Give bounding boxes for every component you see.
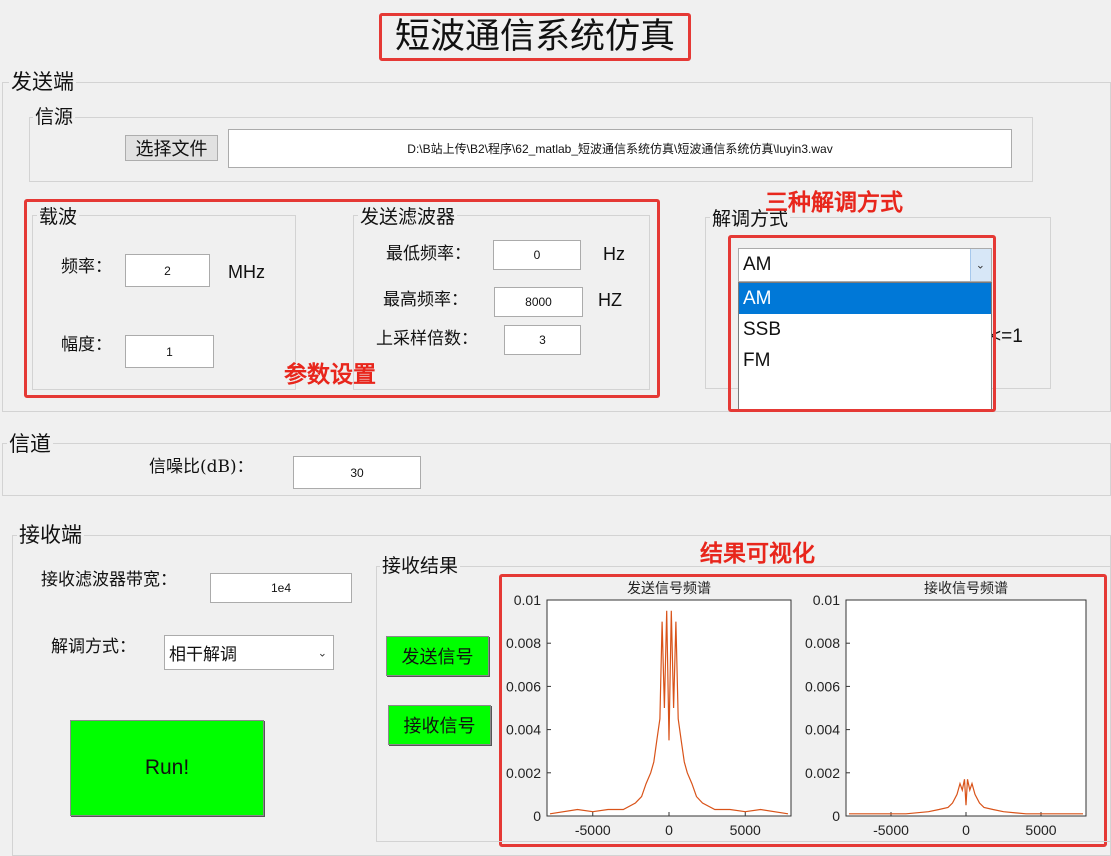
chart-title: 发送信号频谱 — [627, 581, 711, 597]
min-freq-unit: Hz — [603, 244, 625, 264]
receiver-title: 接收端 — [17, 523, 84, 547]
y-tick-label: 0.004 — [805, 722, 840, 738]
tx-filter-title: 发送滤波器 — [358, 206, 458, 228]
max-freq-label: 最高频率： — [383, 290, 468, 310]
upsample-input[interactable]: 3 — [504, 325, 581, 355]
x-tick-label: 5000 — [1025, 822, 1056, 838]
y-tick-label: 0 — [832, 808, 840, 824]
x-tick-label: 0 — [665, 822, 673, 838]
carrier-title: 载波 — [37, 206, 80, 228]
y-tick-label: 0.01 — [514, 592, 541, 608]
file-path-field[interactable]: D:\B站上传\B2\程序\62_matlab_短波通信系统仿真\短波通信系统仿… — [228, 129, 1012, 168]
carrier-freq-label: 频率： — [61, 257, 112, 277]
chevron-down-icon: ⌄ — [975, 258, 985, 272]
dropdown-option-ssb[interactable]: SSB — [739, 314, 991, 345]
y-tick-label: 0.006 — [506, 678, 541, 694]
demod-select[interactable]: 相干解调 ⌄ — [164, 635, 334, 670]
transmitter-title: 发送端 — [9, 70, 76, 94]
rx-bw-input[interactable]: 1e4 — [210, 573, 352, 603]
annotation-three-demod: 三种解调方式 — [765, 190, 903, 216]
results-title: 接收结果 — [380, 555, 461, 577]
carrier-freq-unit: MHz — [228, 262, 265, 282]
y-tick-label: 0.006 — [805, 678, 840, 694]
partial-hidden-text: <=1 — [990, 326, 1023, 347]
max-freq-input[interactable]: 8000 — [494, 287, 583, 317]
y-tick-label: 0 — [533, 808, 541, 824]
upsample-label: 上采样倍数： — [376, 329, 478, 349]
chevron-down-icon: ⌄ — [317, 646, 327, 659]
source-title: 信源 — [33, 106, 76, 128]
annotation-param-settings: 参数设置 — [284, 362, 376, 388]
page-title: 短波通信系统仿真 — [394, 17, 675, 57]
x-tick-label: 5000 — [730, 822, 761, 838]
snr-input[interactable]: 30 — [293, 456, 421, 489]
y-tick-label: 0.004 — [506, 722, 541, 738]
carrier-amp-label: 幅度： — [61, 335, 112, 355]
y-tick-label: 0.008 — [805, 635, 840, 651]
min-freq-label: 最低频率： — [386, 244, 471, 264]
modulation-selected-value: AM — [743, 254, 772, 275]
receive-signal-button[interactable]: 接收信号 — [388, 705, 491, 745]
rx-spectrum-chart: 0 0.002 0.004 0.006 0.008 0.01 -5000 0 5000 接收信号… — [805, 580, 1087, 838]
dropdown-option-fm[interactable]: FM — [739, 345, 991, 376]
demod-label: 解调方式： — [51, 637, 136, 657]
demod-selected-value: 相干解调 — [169, 645, 237, 665]
y-tick-label: 0.008 — [506, 635, 541, 651]
plot-area — [845, 599, 1087, 817]
choose-file-button[interactable]: 选择文件 — [125, 135, 218, 161]
carrier-freq-input[interactable]: 2 — [125, 254, 210, 287]
dropdown-option-am[interactable]: AM — [739, 283, 991, 314]
modulation-options-list: AM SSB FM — [738, 282, 992, 410]
min-freq-input[interactable]: 0 — [493, 240, 581, 270]
chart-title: 接收信号频谱 — [924, 580, 1008, 597]
send-signal-button[interactable]: 发送信号 — [386, 636, 489, 676]
modulation-select[interactable]: AM ⌄ — [738, 248, 992, 282]
carrier-amp-input[interactable]: 1 — [125, 335, 214, 368]
x-tick-label: -5000 — [575, 822, 611, 838]
x-tick-label: 0 — [962, 822, 970, 838]
snr-label: 信噪比(dB)： — [149, 457, 254, 477]
channel-title: 信道 — [7, 432, 53, 456]
rx-bw-label: 接收滤波器带宽： — [41, 570, 177, 590]
run-button[interactable]: Run! — [70, 720, 264, 816]
y-tick-label: 0.002 — [506, 765, 541, 781]
max-freq-unit: HZ — [598, 290, 622, 310]
tx-spectrum-chart: 0 0.002 0.004 0.006 0.008 0.01 -5000 0 5000 发送信号… — [506, 581, 792, 838]
y-tick-label: 0.01 — [813, 592, 840, 608]
x-tick-label: -5000 — [873, 822, 909, 838]
y-tick-label: 0.002 — [805, 765, 840, 781]
